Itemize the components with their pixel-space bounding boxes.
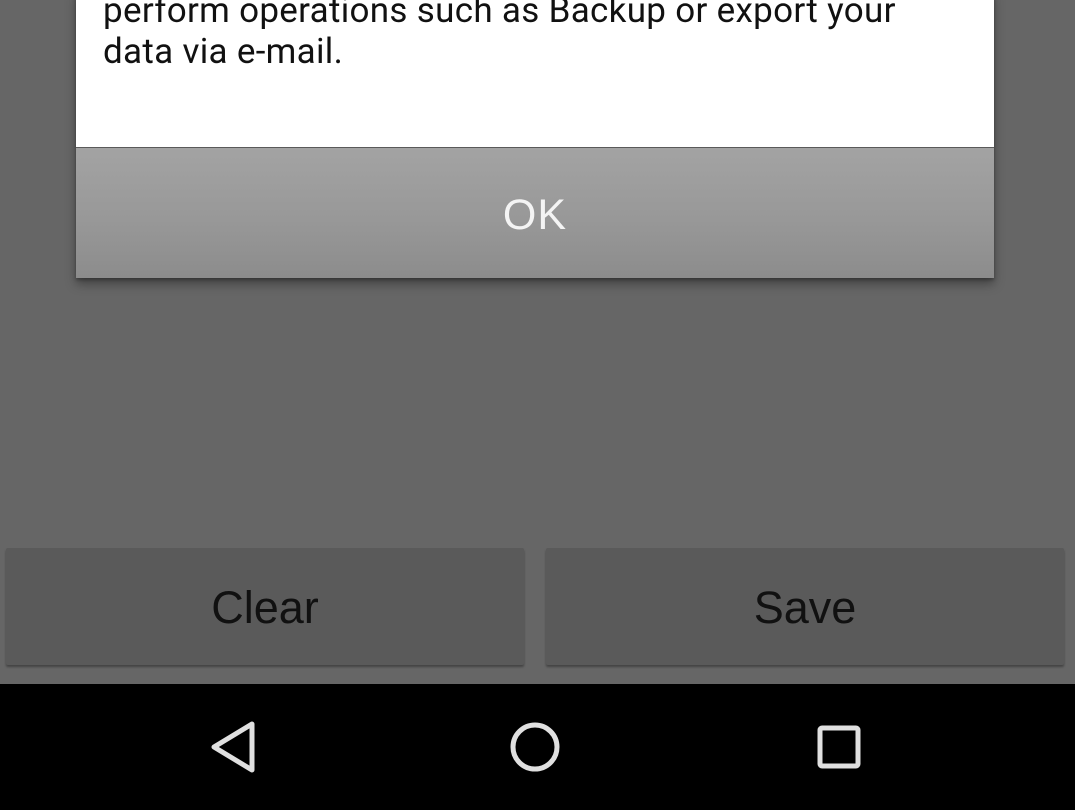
nav-back-button[interactable] [198, 712, 268, 782]
save-button[interactable]: Save [546, 548, 1064, 665]
nav-home-button[interactable] [500, 712, 570, 782]
system-navigation-bar [0, 684, 1075, 810]
dialog-ok-button[interactable]: OK [76, 148, 994, 278]
save-button-label: Save [753, 581, 857, 633]
home-icon [510, 722, 560, 772]
dialog-content: perform operations such as Backup or exp… [76, 0, 994, 147]
dialog-message: perform operations such as Backup or exp… [103, 0, 896, 72]
back-icon [211, 721, 255, 773]
alert-dialog: perform operations such as Backup or exp… [76, 0, 994, 278]
app-screen-dimmed: perform operations such as Backup or exp… [0, 0, 1075, 684]
recents-icon [817, 725, 861, 769]
dialog-ok-label: OK [502, 190, 568, 239]
nav-recents-button[interactable] [804, 712, 874, 782]
clear-button[interactable]: Clear [6, 548, 524, 665]
clear-button-label: Clear [211, 581, 319, 633]
